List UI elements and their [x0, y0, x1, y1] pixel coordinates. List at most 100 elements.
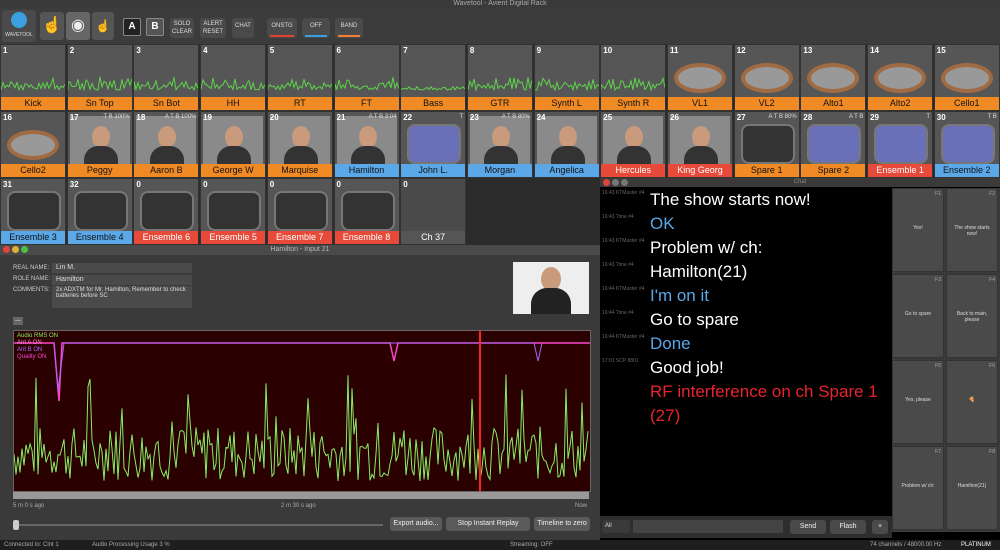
channel-number: 10 — [603, 46, 612, 55]
band-filter-button[interactable]: BAND — [335, 18, 363, 38]
channel-tile[interactable]: 14 Alto2 — [867, 44, 933, 111]
channel-tile[interactable]: 16 Cello2 — [0, 111, 66, 178]
channel-tile[interactable]: 0 Ensemble 7 — [267, 178, 333, 245]
collapse-button[interactable]: — — [13, 317, 23, 325]
channel-tile[interactable]: 29 T Ensemble 1 — [867, 111, 933, 178]
more-button[interactable]: + — [872, 520, 888, 534]
channel-tile[interactable]: 12 VL2 — [734, 44, 800, 111]
channel-tile[interactable]: 7 Bass — [400, 44, 466, 111]
chat-message: Hamilton(21) — [650, 260, 747, 284]
channel-tile[interactable]: 5 RT — [267, 44, 333, 111]
channel-tile[interactable]: 30 T B Ensemble 2 — [934, 111, 1000, 178]
band-label: BAND — [341, 23, 358, 29]
channel-tile[interactable]: 17 T B 100% Peggy — [67, 111, 133, 178]
off-filter-button[interactable]: OFF — [302, 18, 330, 38]
channel-tile[interactable]: 25 Hercules — [600, 111, 666, 178]
channel-label: Peggy — [68, 164, 132, 177]
quick-reply-button[interactable]: F2 The show starts now! — [946, 188, 998, 272]
channel-tile[interactable]: 9 Synth L — [534, 44, 600, 111]
timeline-scrollbar[interactable] — [13, 492, 589, 499]
channel-tile[interactable]: 6 FT — [334, 44, 400, 111]
stop-instant-replay-button[interactable]: Stop Instant Replay — [446, 517, 530, 531]
replay-slider-handle[interactable] — [13, 520, 19, 530]
channel-tile[interactable]: 10 Synth R — [600, 44, 666, 111]
channel-tile[interactable]: 0 Ensemble 8 — [334, 178, 400, 245]
channel-label: Cello1 — [935, 97, 999, 110]
channel-tile[interactable]: 15 Cello1 — [934, 44, 1000, 111]
replay-slider[interactable] — [13, 524, 383, 526]
wavetool-logo[interactable]: WAVETOOL — [2, 10, 36, 42]
a-button[interactable]: A — [123, 18, 141, 36]
alert-reset-button[interactable]: ALERT RESET — [200, 18, 226, 38]
channel-tile[interactable]: 3 Sn Bot — [133, 44, 199, 111]
channel-tile[interactable]: 31 Ensemble 3 — [0, 178, 66, 245]
chat-input[interactable] — [633, 520, 783, 533]
channel-tile[interactable]: 18 A T B 100% Aaron B — [133, 111, 199, 178]
channel-tile[interactable]: 20 Marquise — [267, 111, 333, 178]
flash-button[interactable]: Flash — [830, 520, 866, 534]
role-name-label: ROLE NAME: — [13, 276, 50, 282]
battery-status: A T B 3:04 — [369, 114, 397, 120]
quick-reply-button[interactable]: F1 Yes! — [892, 188, 944, 272]
channel-tile[interactable]: 13 Alto1 — [800, 44, 866, 111]
channel-tile[interactable]: 19 George W — [200, 111, 266, 178]
hand-eye-icon: ☝ — [96, 19, 111, 33]
solo-clear-button[interactable]: SOLO CLEAR — [170, 18, 194, 38]
onstg-filter-button[interactable]: ONSTG — [267, 18, 297, 38]
hand-tool-button[interactable]: ☝ — [40, 12, 64, 40]
quick-reply-button[interactable]: F5 Yes, please — [892, 360, 944, 444]
b-button[interactable]: B — [146, 18, 164, 36]
zoom-window-icon[interactable] — [21, 246, 28, 253]
hand-eye-button[interactable]: ☝ — [92, 12, 114, 40]
quick-reply-button[interactable]: F4 Back to main, please — [946, 274, 998, 358]
quick-reply-key: F6 — [989, 363, 995, 369]
channel-tile[interactable]: 23 A T B 80% Morgan — [467, 111, 533, 178]
chat-button[interactable]: CHAT — [232, 18, 254, 38]
channel-number: 27 — [737, 113, 746, 122]
channel-tile[interactable]: 28 A T B Spare 2 — [800, 111, 866, 178]
quick-reply-button[interactable]: F6 🍕 — [946, 360, 998, 444]
channel-label: Spare 1 — [735, 164, 799, 177]
performer-face — [292, 126, 310, 148]
real-name-field[interactable]: Lin M. — [52, 263, 192, 273]
eye-view-button[interactable]: ◉ — [66, 12, 90, 40]
export-audio-button[interactable]: Export audio... — [390, 517, 442, 531]
channel-tile[interactable]: 26 King Georg — [667, 111, 733, 178]
channel-tile[interactable]: 8 GTR — [467, 44, 533, 111]
channel-tile[interactable]: 27 A T B 80% Spare 1 — [734, 111, 800, 178]
channel-tile[interactable]: 11 VL1 — [667, 44, 733, 111]
close-window-icon[interactable] — [3, 246, 10, 253]
role-name-field[interactable]: Hamilton — [52, 275, 192, 285]
channel-tile[interactable]: 24 Angelica — [534, 111, 600, 178]
chat-zoom-icon[interactable] — [621, 179, 628, 186]
performer-body — [150, 146, 184, 166]
comments-field[interactable]: 2x ADXTM for Mr. Hamilton, Remember to c… — [52, 286, 192, 308]
channel-tile[interactable]: 0 Ch 37 — [400, 178, 466, 245]
channel-tile[interactable]: 0 Ensemble 6 — [133, 178, 199, 245]
channel-tile[interactable]: 0 Ensemble 5 — [200, 178, 266, 245]
send-button[interactable]: Send — [790, 520, 826, 534]
chat-message-meta: 16:44 KTMaster #4 — [602, 286, 646, 292]
waveform-icon — [601, 55, 666, 97]
channel-number: 6 — [337, 46, 341, 55]
channel-tile[interactable]: 22 T John L. — [400, 111, 466, 178]
quick-reply-button[interactable]: F7 Problem w/ ch: — [892, 446, 944, 530]
channel-tile[interactable]: 2 Sn Top — [67, 44, 133, 111]
quick-reply-button[interactable]: F8 Hamilton(21) — [946, 446, 998, 530]
chat-message-meta: 16:43 KTMaster #4 — [602, 190, 646, 196]
recipient-select[interactable]: All — [602, 520, 630, 533]
channel-tile[interactable]: 4 HH — [200, 44, 266, 111]
eye-icon: ◉ — [71, 17, 85, 34]
chat-close-icon[interactable] — [603, 179, 610, 186]
channel-tile[interactable]: 1 Kick — [0, 44, 66, 111]
channel-tile[interactable]: 32 Ensemble 4 — [67, 178, 133, 245]
minimize-window-icon[interactable] — [12, 246, 19, 253]
rf-audio-graph[interactable]: Audio RMS ON Ant A ON Ant B ON Quality O… — [13, 330, 591, 492]
channel-tile[interactable]: 21 A T B 3:04 Hamilton — [334, 111, 400, 178]
timeline-to-zero-button[interactable]: Timeline to zero — [534, 517, 590, 531]
detail-panel-title: Hamilton - Input 21 — [0, 245, 600, 255]
quick-reply-button[interactable]: F3 Go to spare — [892, 274, 944, 358]
recipient-value: All — [605, 523, 612, 529]
chat-minimize-icon[interactable] — [612, 179, 619, 186]
connection-status: Connected to: Clnt 1 — [4, 540, 59, 550]
